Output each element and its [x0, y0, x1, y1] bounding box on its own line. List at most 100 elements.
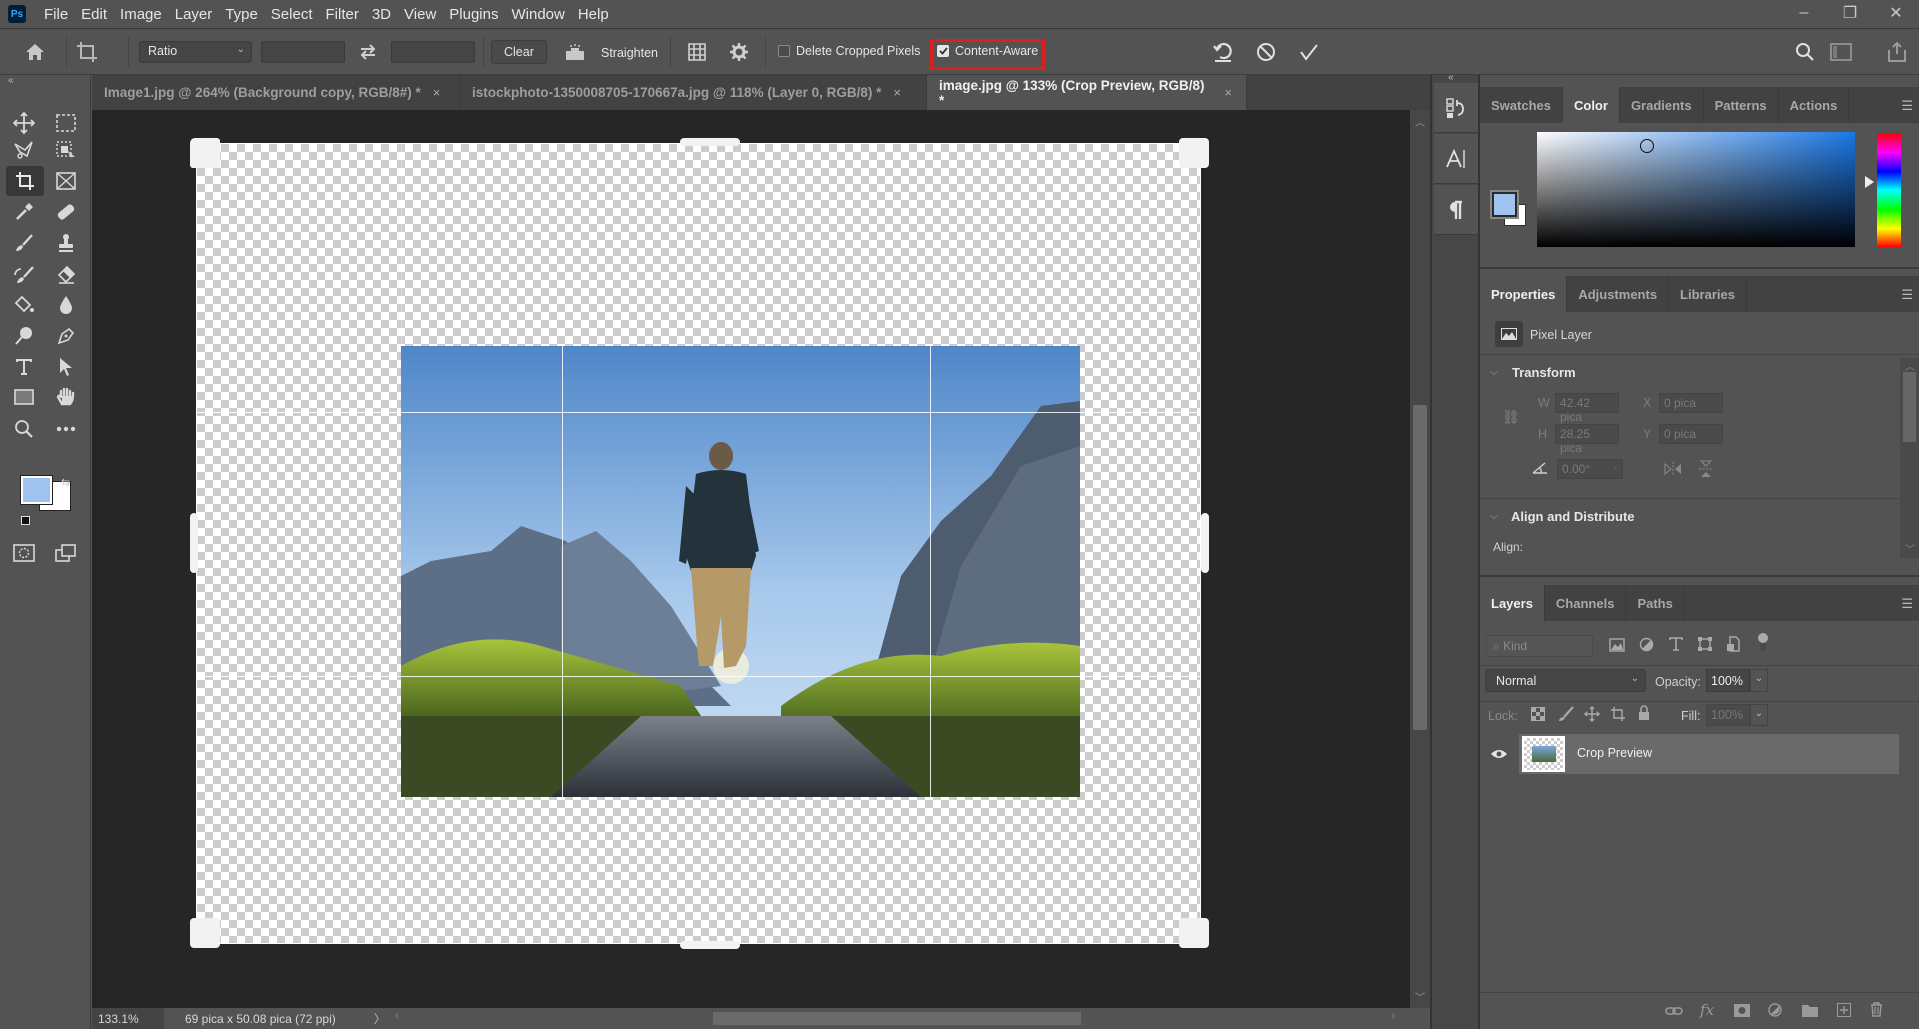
crop-handle-bottom[interactable] — [680, 941, 740, 949]
hue-slider-marker[interactable] — [1865, 176, 1874, 188]
path-selection-tool[interactable] — [50, 352, 82, 382]
horizontal-scroll-thumb[interactable] — [713, 1012, 1081, 1025]
flip-horizontal-icon[interactable] — [1663, 461, 1683, 477]
add-mask-icon[interactable] — [1734, 1004, 1750, 1017]
crop-height-input[interactable] — [391, 41, 475, 63]
crop-handle-left[interactable] — [190, 513, 198, 573]
panel-menu-icon[interactable]: ☰ — [1901, 98, 1913, 114]
menu-plugins[interactable]: Plugins — [445, 6, 507, 23]
reset-crop-button[interactable] — [1210, 39, 1236, 65]
frame-tool[interactable] — [50, 166, 82, 196]
scroll-right-icon[interactable]: › — [1391, 1010, 1395, 1022]
clone-stamp-tool[interactable] — [50, 228, 82, 258]
flip-vertical-icon[interactable] — [1698, 459, 1714, 479]
panel-menu-icon[interactable]: ☰ — [1901, 287, 1913, 303]
swap-colors-icon[interactable]: ⇆ — [61, 476, 70, 489]
transform-x-input[interactable]: 0 pica — [1659, 393, 1723, 413]
transform-section-title[interactable]: Transform — [1512, 365, 1576, 380]
menu-view[interactable]: View — [400, 6, 445, 23]
expand-dock-icon[interactable]: « — [1448, 72, 1454, 83]
screen-mode-button[interactable] — [50, 538, 82, 568]
fill-input[interactable]: 100% — [1706, 704, 1750, 726]
eyedropper-tool[interactable] — [8, 197, 40, 227]
ratio-select[interactable]: Ratio ⌄ — [139, 41, 252, 63]
zoom-tool[interactable] — [8, 414, 40, 444]
close-tab-icon[interactable]: × — [893, 85, 901, 100]
tab-properties[interactable]: Properties — [1480, 276, 1568, 312]
filter-type-layers-icon[interactable] — [1669, 637, 1683, 651]
crop-handle-top-left[interactable] — [190, 138, 220, 168]
clear-button[interactable]: Clear — [491, 40, 547, 64]
opacity-input[interactable]: 100% — [1706, 669, 1750, 692]
blur-tool[interactable] — [50, 290, 82, 320]
hue-slider[interactable] — [1877, 133, 1901, 247]
layer-filter-kind-select[interactable]: ⌕ Kind — [1486, 635, 1593, 657]
tab-patterns[interactable]: Patterns — [1704, 87, 1779, 123]
cancel-crop-button[interactable] — [1253, 39, 1279, 65]
menu-edit[interactable]: Edit — [77, 6, 116, 23]
vertical-scrollbar[interactable]: ︿ ﹀ — [1410, 110, 1430, 1008]
eraser-tool[interactable] — [50, 260, 82, 290]
new-group-folder-icon[interactable] — [1802, 1004, 1818, 1017]
tab-color[interactable]: Color — [1562, 87, 1620, 123]
crop-handle-bottom-left[interactable] — [190, 918, 220, 948]
crop-handle-top-right[interactable] — [1179, 138, 1209, 168]
history-brush-tool[interactable] — [8, 260, 40, 290]
crop-width-input[interactable] — [261, 41, 345, 63]
transform-width-input[interactable]: 42.42 pica — [1555, 393, 1619, 424]
layer-name[interactable]: Crop Preview — [1577, 746, 1652, 760]
straighten-label[interactable]: Straighten — [601, 46, 658, 60]
history-panel-button[interactable] — [1434, 83, 1478, 133]
lock-transparent-pixels-icon[interactable] — [1531, 707, 1545, 721]
vertical-scroll-thumb[interactable] — [1413, 405, 1427, 730]
crop-handle-top[interactable] — [680, 138, 740, 146]
transform-height-input[interactable]: 28.25 pica — [1555, 424, 1619, 455]
blend-mode-select[interactable]: Normal ⌄ — [1485, 669, 1646, 692]
paint-bucket-tool[interactable] — [8, 290, 40, 320]
brush-tool[interactable] — [8, 228, 40, 258]
pen-tool[interactable] — [50, 321, 82, 351]
move-tool[interactable] — [8, 108, 40, 138]
scroll-down-icon[interactable]: ﹀ — [1410, 989, 1430, 1004]
restore-button[interactable]: ❐ — [1827, 0, 1873, 26]
collapse-chevron-icon[interactable]: ⌵ — [1490, 511, 1498, 522]
delete-cropped-pixels-option[interactable]: Delete Cropped Pixels — [778, 44, 920, 58]
scroll-up-icon[interactable]: ︿ — [1410, 114, 1430, 129]
layer-row[interactable]: Crop Preview — [1480, 734, 1899, 774]
properties-scrollbar[interactable]: ︿ ﹀ — [1900, 358, 1919, 558]
menu-select[interactable]: Select — [267, 6, 322, 23]
share-button[interactable] — [1884, 39, 1910, 65]
link-layers-icon[interactable] — [1665, 1006, 1683, 1016]
tab-image1[interactable]: Image1.jpg @ 264% (Background copy, RGB/… — [92, 75, 460, 110]
layer-style-fx-icon[interactable]: fx — [1700, 1001, 1714, 1019]
menu-filter[interactable]: Filter — [322, 6, 368, 23]
lasso-tool[interactable] — [8, 136, 40, 166]
healing-brush-tool[interactable] — [50, 197, 82, 227]
fill-dropdown-button[interactable]: ⌄ — [1750, 704, 1768, 726]
minimize-button[interactable]: – — [1781, 0, 1827, 26]
paragraph-panel-button[interactable] — [1434, 185, 1478, 235]
zoom-level-field[interactable]: 133.1% — [92, 1008, 164, 1029]
menu-file[interactable]: File — [40, 6, 77, 23]
opacity-dropdown-button[interactable]: ⌄ — [1750, 669, 1768, 692]
color-field-picker[interactable] — [1537, 132, 1855, 247]
color-panel-foreground-swatch[interactable] — [1490, 190, 1519, 219]
panel-menu-icon[interactable]: ☰ — [1901, 596, 1913, 612]
crop-tool[interactable] — [6, 166, 44, 196]
close-tab-icon[interactable]: × — [1224, 85, 1232, 100]
tab-layers[interactable]: Layers — [1480, 585, 1545, 621]
collapse-chevron-icon[interactable]: ⌵ — [1490, 367, 1498, 378]
type-tool[interactable] — [8, 352, 40, 382]
default-colors-icon[interactable] — [21, 516, 30, 525]
collapse-toolbar-icon[interactable]: « — [8, 75, 14, 86]
tab-istockphoto[interactable]: istockphoto-1350008705-170667a.jpg @ 118… — [460, 75, 927, 110]
align-distribute-section-title[interactable]: Align and Distribute — [1511, 509, 1635, 524]
filter-smart-objects-icon[interactable] — [1726, 636, 1740, 652]
swap-dimensions-button[interactable] — [355, 39, 381, 65]
new-layer-icon[interactable] — [1837, 1003, 1851, 1017]
character-panel-button[interactable] — [1434, 134, 1478, 184]
menu-help[interactable]: Help — [574, 6, 618, 23]
dodge-tool[interactable] — [8, 321, 40, 351]
delete-cropped-pixels-checkbox[interactable] — [778, 45, 790, 57]
tab-actions[interactable]: Actions — [1779, 87, 1850, 123]
